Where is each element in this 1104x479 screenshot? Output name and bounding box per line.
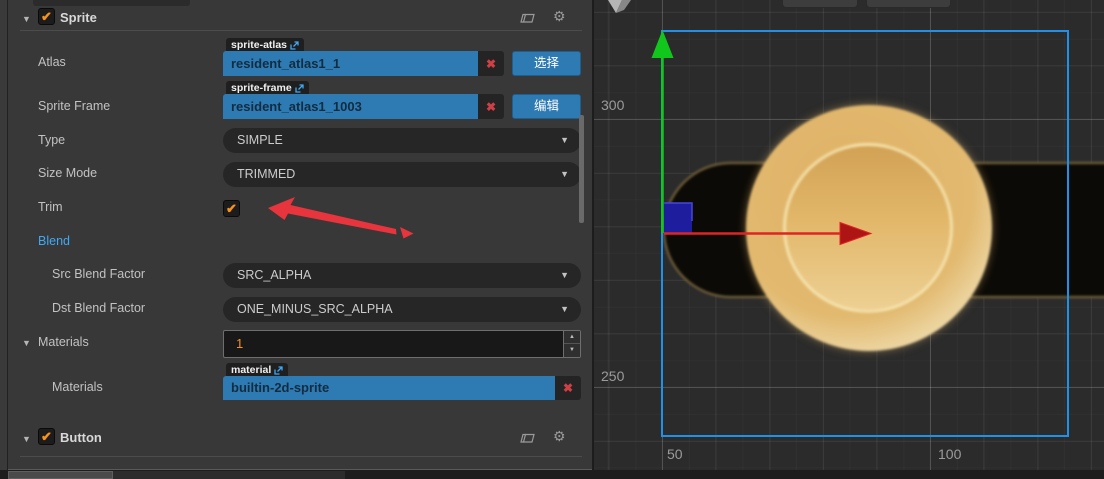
book-icon[interactable] (519, 430, 536, 445)
asset-type-chip: material (226, 363, 289, 377)
material-label: Materials (52, 380, 103, 394)
view-orientation-gizmo-icon[interactable] (606, 0, 634, 16)
selection-rect (661, 30, 1069, 437)
button-enabled-checkbox[interactable]: ✔ (38, 428, 55, 445)
button-component-header[interactable]: ▼ ✔ Button ⚙ (8, 425, 592, 449)
collapse-arrow-icon[interactable]: ▼ (22, 11, 31, 28)
app-window: ▼ ✔ Sprite ⚙ Atlas sprite-atlas resident… (0, 0, 1104, 479)
sprite-frame-clear-button[interactable]: ✖ (478, 94, 504, 119)
src-blend-label: Src Blend Factor (52, 267, 146, 281)
external-link-icon[interactable] (290, 40, 299, 50)
blend-label[interactable]: Blend (38, 234, 70, 248)
atlas-clear-button[interactable]: ✖ (478, 51, 504, 76)
chevron-down-icon: ▼ (560, 304, 569, 314)
check-icon: ✔ (41, 428, 52, 444)
scene-viewport[interactable]: 300 250 50 100 (593, 0, 1104, 470)
sprite-frame-label: Sprite Frame (38, 99, 111, 113)
book-icon[interactable] (519, 10, 536, 25)
x-icon: ✖ (562, 381, 574, 395)
type-dropdown[interactable]: SIMPLE ▼ (223, 128, 581, 153)
gear-icon[interactable]: ⚙ (553, 428, 566, 445)
asset-type-chip: sprite-frame (226, 81, 309, 95)
scene-toolbar-button[interactable] (866, 0, 951, 8)
collapse-arrow-icon[interactable]: ▼ (22, 431, 31, 448)
horizontal-scrollbar-track[interactable] (8, 471, 345, 479)
collapse-arrow-icon[interactable]: ▼ (22, 335, 31, 352)
bottom-edge (0, 470, 1104, 479)
scene-toolbar-button[interactable] (782, 0, 858, 8)
dst-blend-dropdown[interactable]: ONE_MINUS_SRC_ALPHA ▼ (223, 297, 581, 322)
button-component-title: Button (60, 430, 102, 445)
stepper-up-button[interactable]: ▲ (564, 331, 580, 344)
sprite-component-header[interactable]: ▼ ✔ Sprite ⚙ (8, 8, 592, 32)
dst-blend-label: Dst Blend Factor (52, 301, 146, 315)
materials-count-input[interactable]: 1 ▲ ▼ (223, 330, 581, 358)
sprite-frame-asset-field[interactable]: resident_atlas1_1003 (223, 94, 478, 119)
inspector-panel: ▼ ✔ Sprite ⚙ Atlas sprite-atlas resident… (8, 0, 592, 470)
stepper-down-button[interactable]: ▼ (564, 344, 580, 357)
left-panel-edge (0, 0, 8, 470)
check-icon: ✔ (41, 8, 52, 24)
src-blend-dropdown[interactable]: SRC_ALPHA ▼ (223, 263, 581, 288)
sprite-enabled-checkbox[interactable]: ✔ (38, 8, 55, 25)
external-link-icon[interactable] (274, 365, 283, 375)
chevron-down-icon: ▼ (560, 169, 569, 179)
x-icon: ✖ (485, 56, 497, 71)
atlas-asset-field[interactable]: resident_atlas1_1 (223, 51, 478, 76)
x-icon: ✖ (485, 99, 497, 114)
asset-type-chip: sprite-atlas (226, 38, 305, 52)
materials-label: Materials (38, 335, 89, 349)
size-mode-label: Size Mode (38, 166, 98, 180)
gear-icon[interactable]: ⚙ (553, 8, 566, 25)
atlas-label: Atlas (38, 55, 66, 69)
external-link-icon[interactable] (295, 83, 304, 93)
material-asset-field[interactable]: builtin-2d-sprite (223, 376, 555, 400)
inspector-vertical-scrollbar[interactable] (579, 115, 584, 223)
chevron-down-icon: ▼ (560, 270, 569, 280)
horizontal-scrollbar-thumb[interactable] (8, 471, 113, 479)
header-separator (20, 30, 582, 31)
trim-checkbox[interactable]: ✔ (223, 200, 240, 217)
header-separator (20, 456, 582, 457)
type-label: Type (38, 133, 66, 147)
number-stepper: ▲ ▼ (563, 331, 580, 357)
chevron-down-icon: ▼ (560, 135, 569, 145)
previous-field-remnant (33, 0, 190, 6)
material-clear-button[interactable]: ✖ (555, 376, 581, 400)
sprite-component-title: Sprite (60, 10, 97, 25)
atlas-select-button[interactable]: 选择 (512, 51, 581, 76)
check-icon: ✔ (226, 200, 237, 216)
trim-label: Trim (38, 200, 63, 214)
sprite-frame-edit-button[interactable]: 编辑 (512, 94, 581, 119)
size-mode-dropdown[interactable]: TRIMMED ▼ (223, 162, 581, 187)
